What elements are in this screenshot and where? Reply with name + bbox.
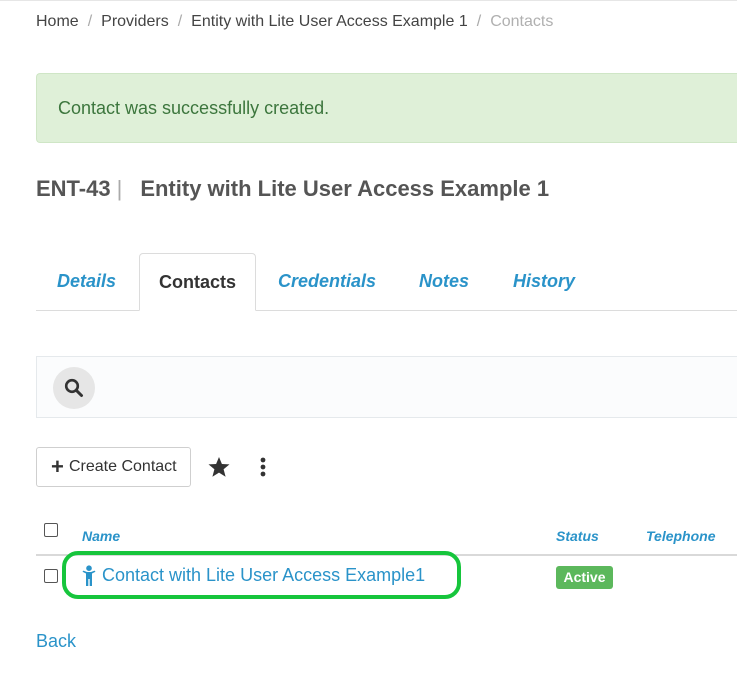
- select-all-checkbox[interactable]: [44, 523, 58, 537]
- breadcrumb-entity[interactable]: Entity with Lite User Access Example 1: [191, 13, 468, 30]
- alert-message: Contact was successfully created.: [58, 98, 330, 118]
- row-checkbox[interactable]: [44, 569, 58, 583]
- search-button[interactable]: [53, 367, 95, 409]
- favorite-button[interactable]: [207, 456, 231, 483]
- breadcrumb-separator: /: [177, 13, 183, 30]
- tab-contacts[interactable]: Contacts: [139, 253, 256, 311]
- kebab-menu-icon: [260, 457, 266, 477]
- create-contact-button[interactable]: + Create Contact: [36, 447, 191, 487]
- contact-name-text: Contact with Lite User Access Example1: [102, 565, 426, 585]
- column-header-name[interactable]: Name: [82, 528, 120, 544]
- breadcrumb-separator: /: [87, 13, 93, 30]
- tab-notes[interactable]: Notes: [402, 253, 486, 310]
- create-contact-label: Create Contact: [69, 458, 177, 475]
- search-bar: [36, 356, 737, 418]
- column-header-telephone[interactable]: Telephone: [646, 528, 716, 544]
- search-icon: [64, 378, 83, 397]
- breadcrumb: Home / Providers / Entity with Lite User Acc…: [36, 12, 553, 32]
- back-link[interactable]: Back: [36, 631, 76, 652]
- success-alert: Contact was successfully created.: [36, 73, 737, 143]
- breadcrumb-separator: /: [476, 13, 482, 30]
- plus-icon: +: [51, 454, 64, 479]
- tab-details[interactable]: Details: [36, 253, 137, 310]
- entity-name: Entity with Lite User Access Example 1: [140, 176, 550, 201]
- tab-credentials[interactable]: Credentials: [264, 253, 390, 310]
- person-icon: [82, 565, 96, 586]
- tab-bar: Details Contacts Credentials Notes Histo…: [36, 253, 737, 311]
- more-actions-button[interactable]: [259, 457, 267, 484]
- entity-id: ENT-43: [36, 176, 111, 201]
- title-separator: |: [116, 176, 123, 201]
- page-title: ENT-43 | Entity with Lite User Access Exam…: [36, 176, 549, 202]
- breadcrumb-providers[interactable]: Providers: [101, 13, 169, 30]
- status-badge: Active: [556, 566, 613, 589]
- star-icon: [208, 457, 230, 477]
- breadcrumb-current: Contacts: [490, 13, 554, 30]
- breadcrumb-home[interactable]: Home: [36, 13, 79, 30]
- column-header-status[interactable]: Status: [556, 528, 599, 544]
- top-divider: [0, 0, 737, 1]
- tab-history[interactable]: History: [502, 253, 586, 310]
- table-header: Name Status Telephone: [36, 515, 737, 556]
